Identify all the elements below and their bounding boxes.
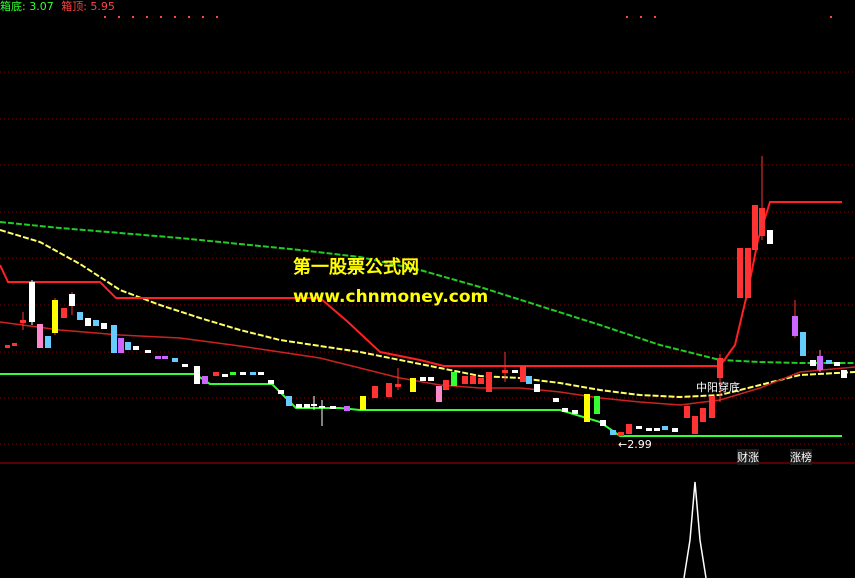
candle (410, 378, 416, 392)
candle (745, 248, 751, 298)
candle (172, 358, 178, 362)
candle (841, 370, 847, 378)
candle (526, 376, 532, 384)
candle (372, 386, 378, 398)
candle (646, 428, 652, 431)
candle (662, 426, 668, 430)
candle (93, 320, 99, 326)
candle (20, 320, 26, 323)
candle (767, 230, 773, 244)
candle (258, 372, 264, 375)
candle (486, 372, 492, 392)
candle (45, 336, 51, 348)
candle (428, 377, 434, 381)
candle (610, 430, 616, 435)
low-price-marker: ←2.99 (618, 438, 652, 451)
candle (286, 396, 292, 406)
candle (240, 372, 246, 375)
candle (470, 376, 476, 384)
candle (182, 364, 188, 367)
candle (636, 426, 642, 429)
candle (296, 404, 302, 408)
candle (230, 372, 236, 375)
candle (37, 324, 43, 348)
candle (520, 366, 526, 382)
cai-zhang-label: 财涨 (737, 449, 759, 465)
candle (268, 380, 274, 384)
candle (360, 396, 366, 410)
candle (12, 343, 17, 346)
candle (717, 358, 723, 378)
candle (553, 398, 559, 402)
candle (443, 380, 449, 390)
candle (125, 342, 131, 350)
watermark-title: 第一股票公式网 (293, 257, 419, 278)
candle (562, 408, 568, 412)
candle (654, 428, 660, 431)
candle (29, 282, 35, 322)
candle (572, 410, 578, 414)
candle (194, 366, 200, 384)
candle (319, 406, 325, 408)
candle (792, 316, 798, 336)
candle (311, 404, 317, 406)
candle (436, 386, 442, 402)
candle (77, 312, 83, 320)
candle (250, 372, 256, 375)
candle (451, 372, 457, 386)
candle (534, 384, 540, 392)
candle (330, 406, 336, 409)
candle (684, 406, 690, 418)
candle (155, 356, 161, 359)
candle (810, 360, 816, 366)
candle (85, 318, 91, 326)
candle (101, 323, 107, 329)
candle (600, 420, 606, 426)
candle (52, 300, 58, 333)
candle (133, 346, 139, 350)
candle (202, 376, 208, 384)
candle (737, 248, 743, 298)
box-top-line (0, 201, 842, 367)
candle (61, 308, 67, 318)
candle (692, 416, 698, 434)
candle (752, 205, 758, 250)
mid-yang-cross-label: 中阳穿底 (696, 381, 740, 394)
yellow-moving-average (0, 229, 855, 399)
candle (5, 345, 10, 348)
candle (584, 394, 590, 422)
candle (502, 370, 508, 373)
candle (222, 374, 228, 377)
volume-spike (683, 481, 707, 578)
candle (672, 428, 678, 432)
candle (420, 377, 426, 381)
candle (834, 362, 840, 366)
candle (213, 372, 219, 376)
watermark-url: www.chnmoney.com (293, 287, 489, 307)
candle (594, 396, 600, 414)
candle (145, 350, 151, 353)
candle (626, 424, 632, 434)
candle (162, 356, 168, 359)
candle (512, 370, 518, 373)
candle (700, 408, 706, 422)
candle (709, 396, 715, 418)
candle (69, 294, 75, 306)
candle (111, 325, 117, 353)
candle (304, 404, 310, 408)
candle (118, 338, 124, 353)
candle (618, 432, 624, 436)
candle (386, 383, 392, 397)
candle (395, 384, 401, 387)
candle (817, 356, 823, 370)
candle (478, 378, 484, 384)
candle (462, 376, 468, 384)
top-ticks (104, 16, 832, 18)
lian-bang-label: 涨榜 (790, 449, 812, 465)
candle (800, 332, 806, 356)
candle (278, 390, 284, 394)
candle (759, 208, 765, 236)
candle (344, 406, 350, 411)
candle (826, 360, 832, 364)
